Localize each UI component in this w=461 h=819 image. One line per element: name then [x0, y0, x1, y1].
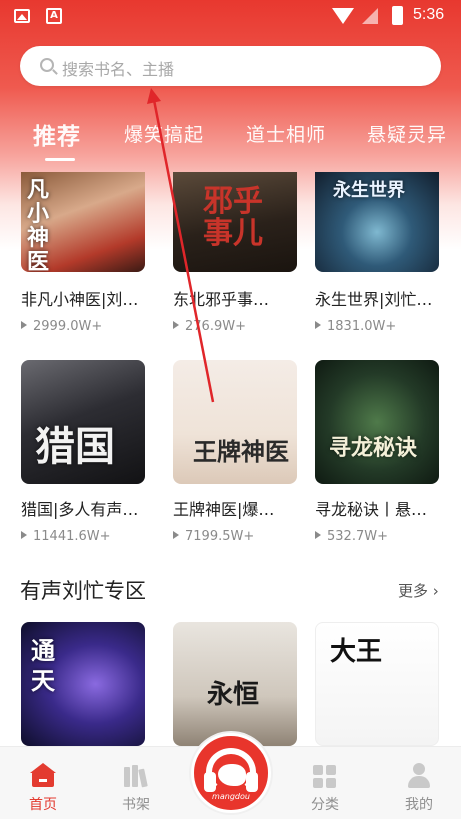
tab-suspense[interactable]: 悬疑灵异	[367, 120, 447, 147]
logo-text: mangdou	[212, 792, 250, 801]
play-icon	[173, 321, 179, 329]
play-icon	[315, 531, 321, 539]
play-count: 276.9W+	[173, 319, 246, 334]
wifi-icon	[332, 8, 354, 24]
tab-recommend[interactable]: 推荐	[33, 117, 81, 151]
book-cover[interactable]: 永恒	[173, 622, 297, 746]
play-count: 7199.5W+	[173, 529, 254, 544]
status-time: 5:36	[413, 6, 445, 23]
a-icon: A	[46, 8, 62, 24]
book-cover[interactable]: 猎国	[21, 360, 145, 484]
cover-title-text: 永生世界	[333, 180, 405, 201]
profile-icon	[407, 763, 431, 789]
book-cover[interactable]: 永生世界	[315, 172, 439, 272]
cover-title-text: 凡小神医	[27, 177, 50, 272]
cover-title-text: 大王	[330, 637, 383, 667]
search-placeholder: 搜索书名、主播	[62, 60, 175, 79]
status-bar: A 5:36	[0, 0, 461, 32]
home-icon	[30, 763, 56, 787]
play-icon	[173, 531, 179, 539]
book-cover[interactable]: 邪乎事儿	[173, 172, 297, 272]
play-count: 532.7W+	[315, 529, 388, 544]
cover-title-text: 邪乎事儿	[203, 184, 263, 251]
section-title: 有声刘忙专区	[20, 579, 146, 603]
tab-taoist[interactable]: 道士相师	[246, 120, 326, 147]
battery-icon	[392, 6, 403, 25]
book-cover[interactable]: 凡小神医	[21, 172, 145, 272]
book-cover[interactable]: 寻龙秘诀	[315, 360, 439, 484]
nav-shelf[interactable]: 书架	[101, 747, 171, 819]
book-title[interactable]: 非凡小神医|刘…	[21, 286, 161, 310]
book-cover[interactable]: 王牌神医	[173, 360, 297, 484]
category-tabs: 推荐 爆笑搞起 道士相师 悬疑灵异	[0, 112, 461, 162]
cover-title-text: 猎国	[35, 423, 115, 470]
play-count: 2999.0W+	[21, 319, 102, 334]
book-title[interactable]: 猎国|多人有声…	[21, 496, 161, 520]
nav-category-label: 分类	[311, 797, 339, 813]
image-icon	[14, 9, 30, 23]
search-icon	[40, 58, 54, 72]
play-icon	[315, 321, 321, 329]
book-title[interactable]: 永生世界|刘忙…	[315, 286, 455, 310]
more-link[interactable]: 更多 ›	[398, 580, 439, 601]
book-cover[interactable]: 大王	[315, 622, 439, 746]
play-icon	[21, 321, 27, 329]
signal-icon	[362, 8, 378, 24]
cover-title-text: 寻龙秘诀	[329, 435, 418, 461]
cover-title-text: 通天	[31, 636, 55, 695]
nav-category[interactable]: 分类	[290, 747, 360, 819]
cover-title-text: 王牌神医	[193, 437, 289, 466]
book-title[interactable]: 东北邪乎事…	[173, 286, 313, 310]
book-cover[interactable]: 通天	[21, 622, 145, 746]
nav-shelf-label: 书架	[122, 797, 150, 813]
category-grid-icon	[313, 765, 337, 789]
cover-title-text: 永恒	[207, 680, 260, 710]
bookshelf-icon	[124, 765, 148, 788]
nav-mine[interactable]: 我的	[384, 747, 454, 819]
search-input[interactable]: 搜索书名、主播	[20, 46, 441, 86]
nav-home-label: 首页	[29, 797, 57, 813]
play-count: 1831.0W+	[315, 319, 396, 334]
play-icon	[21, 531, 27, 539]
tab-active-indicator	[45, 158, 75, 161]
nav-mine-label: 我的	[405, 797, 433, 813]
book-title[interactable]: 王牌神医|爆…	[173, 496, 313, 520]
book-title[interactable]: 寻龙秘诀丨悬…	[315, 496, 455, 520]
logo-bird-icon	[218, 764, 246, 786]
play-count: 11441.6W+	[21, 529, 111, 544]
tab-comedy[interactable]: 爆笑搞起	[124, 120, 204, 147]
nav-home[interactable]: 首页	[8, 747, 78, 819]
center-player-button[interactable]: mangdou	[191, 733, 271, 813]
